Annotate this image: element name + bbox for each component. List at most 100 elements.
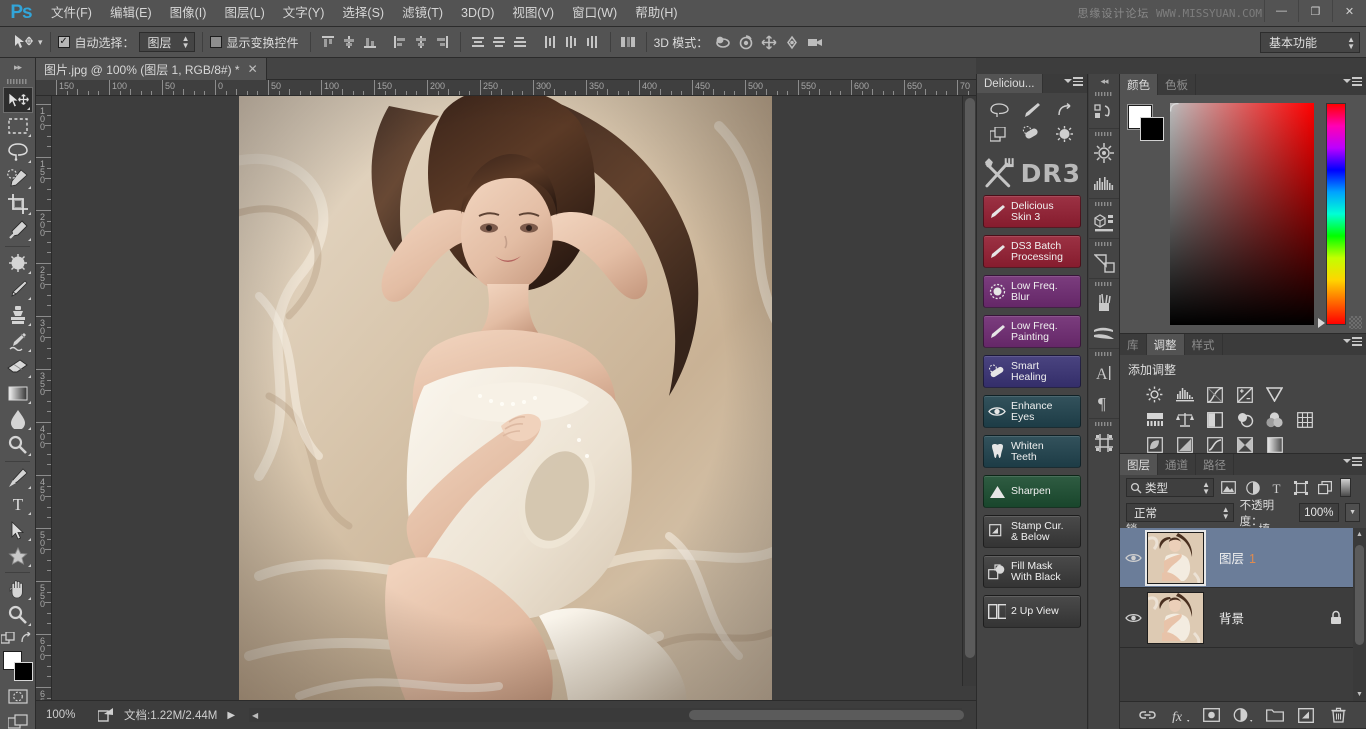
scrollbar-thumb[interactable] [689, 710, 965, 720]
distribute-bottom-edges-button[interactable] [510, 31, 531, 53]
auto-select-dropdown[interactable]: 图层 ▲ ▼ [138, 32, 195, 52]
distribute-top-edges-button[interactable] [468, 31, 489, 53]
history-brush-tool[interactable] [3, 328, 33, 354]
filter-enable-toggle[interactable] [1340, 478, 1351, 497]
navigator-icon[interactable] [1089, 138, 1119, 168]
background-color-swatch[interactable] [13, 662, 33, 681]
scrollbar-thumb[interactable] [1355, 545, 1364, 645]
character-icon[interactable]: A [1089, 358, 1119, 388]
spot-healing-brush-tool[interactable] [3, 250, 33, 276]
background-color-swatch[interactable] [1140, 117, 1164, 141]
layer-visibility-icon[interactable] [1120, 612, 1147, 624]
dr3-button-low-freq-blur[interactable]: Low Freq. Blur [983, 275, 1081, 308]
layer-filter-type-dropdown[interactable]: 类型 ▲ ▼ [1126, 478, 1214, 497]
align-vertical-centers-button[interactable] [339, 31, 360, 53]
layer-visibility-icon[interactable] [1120, 552, 1147, 564]
3d-camera-icon[interactable] [804, 31, 825, 53]
scroll-down-arrow-icon[interactable]: ▼ [1356, 691, 1363, 698]
menu-edit[interactable]: 编辑(E) [101, 1, 161, 25]
dr3-button-2-up-view[interactable]: 2 Up View [983, 595, 1081, 628]
auto-select-group[interactable]: ✓ 自动选择： 图层 ▲ ▼ [57, 32, 195, 52]
menu-file[interactable]: 文件(F) [42, 1, 101, 25]
toolbar-grip[interactable] [0, 76, 35, 87]
toolbar-collapse-button[interactable]: ▸▸ [0, 58, 35, 76]
brush-settings-icon[interactable] [1089, 318, 1119, 348]
status-arrow-icon[interactable]: ▶ [227, 710, 235, 721]
layer-style-button[interactable]: fx [1169, 704, 1191, 726]
channel-mixer-icon[interactable] [1264, 409, 1285, 430]
type-tool[interactable]: T [3, 491, 33, 517]
tab-layers[interactable]: 图层 [1120, 454, 1158, 475]
canvas-area[interactable] [52, 96, 976, 700]
auto-align-layers-button[interactable] [618, 31, 639, 53]
selective-color-icon[interactable] [1234, 434, 1255, 455]
align-horizontal-centers-button[interactable] [411, 31, 432, 53]
menu-view[interactable]: 视图(V) [503, 1, 563, 25]
layers-panel-menu-icon[interactable] [1343, 457, 1362, 466]
crop-tool[interactable] [3, 191, 33, 217]
dodge-tool[interactable] [3, 432, 33, 458]
quick-selection-tool[interactable] [3, 165, 33, 191]
zoom-tool[interactable] [3, 602, 33, 628]
show-transform-group[interactable]: 显示变换控件 [209, 34, 303, 51]
color-field[interactable] [1170, 103, 1314, 325]
hue-slider[interactable] [1326, 103, 1346, 325]
hue-slider-thumb[interactable] [1318, 318, 1325, 328]
document-image[interactable] [239, 96, 772, 700]
timeline-icon[interactable] [1089, 428, 1119, 458]
scroll-left-arrow-icon[interactable]: ◀ [252, 711, 258, 720]
filter-type-icon[interactable]: T [1267, 478, 1286, 497]
layer-list[interactable]: 图层 1 背景 [1120, 528, 1366, 701]
vertical-ruler[interactable]: 100 150 200 250 300 350 400 450 500 550 600 650 [36, 96, 52, 700]
tab-swatches[interactable]: 色板 [1158, 74, 1196, 95]
posterize-icon[interactable] [1174, 434, 1195, 455]
undo-arrow-icon[interactable] [1048, 99, 1081, 121]
dr3-button-ds3-batch-processing[interactable]: DS3 Batch Processing [983, 235, 1081, 268]
menu-type[interactable]: 文字(Y) [274, 1, 334, 25]
3d-pan-icon[interactable] [758, 31, 779, 53]
tab-libraries[interactable]: 库 [1120, 334, 1147, 355]
path-selection-tool[interactable] [3, 517, 33, 543]
menu-3d[interactable]: 3D(D) [452, 1, 503, 25]
lasso-tool[interactable] [3, 139, 33, 165]
dr3-button-whiten-teeth[interactable]: Whiten Teeth [983, 435, 1081, 468]
maximize-button[interactable]: ❐ [1298, 0, 1332, 22]
dr3-button-enhance-eyes[interactable]: Enhance Eyes [983, 395, 1081, 428]
menu-image[interactable]: 图像(I) [161, 1, 216, 25]
hand-tool[interactable] [3, 576, 33, 602]
filter-shape-icon[interactable] [1291, 478, 1310, 497]
3d-roll-icon[interactable] [735, 31, 756, 53]
tab-channels[interactable]: 通道 [1158, 454, 1196, 475]
dock-grip-7[interactable] [1089, 419, 1119, 428]
dr3-tab[interactable]: Deliciou... [977, 74, 1043, 93]
dock-grip-2[interactable] [1089, 129, 1119, 138]
menu-help[interactable]: 帮助(H) [626, 1, 686, 25]
show-transform-checkbox[interactable] [209, 36, 222, 48]
menu-window[interactable]: 窗口(W) [563, 1, 626, 25]
distribute-horizontal-centers-button[interactable] [561, 31, 582, 53]
blur-tool[interactable] [3, 406, 33, 432]
table-row[interactable]: 图层 1 [1120, 528, 1366, 588]
menu-select[interactable]: 选择(S) [333, 1, 393, 25]
curves-icon[interactable] [1204, 384, 1225, 405]
3d-orbit-icon[interactable] [712, 31, 733, 53]
color-lookup-icon[interactable] [1294, 409, 1315, 430]
threshold-icon[interactable] [1204, 434, 1225, 455]
delete-layer-button[interactable] [1327, 704, 1349, 726]
tab-styles[interactable]: 样式 [1184, 334, 1223, 355]
dr3-button-fill-mask-with-black[interactable]: Fill Mask With Black [983, 555, 1081, 588]
clone-stamp-tool[interactable] [3, 302, 33, 328]
properties-3d-icon[interactable] [1089, 208, 1119, 238]
table-row[interactable]: 背景 [1120, 588, 1366, 648]
invert-icon[interactable] [1144, 434, 1165, 455]
canvas-horizontal-scrollbar[interactable]: ◀ ▶ [249, 708, 965, 722]
quick-mask-button[interactable] [3, 683, 33, 709]
lasso-icon[interactable] [983, 99, 1016, 121]
color-swatches[interactable] [2, 651, 33, 681]
distribute-left-edges-button[interactable] [540, 31, 561, 53]
layer-thumbnail[interactable] [1147, 531, 1204, 584]
layer-name[interactable]: 背景 [1219, 608, 1244, 627]
black-white-icon[interactable] [1204, 409, 1225, 430]
brush-presets-icon[interactable] [1089, 288, 1119, 318]
eraser-tool[interactable] [3, 354, 33, 380]
